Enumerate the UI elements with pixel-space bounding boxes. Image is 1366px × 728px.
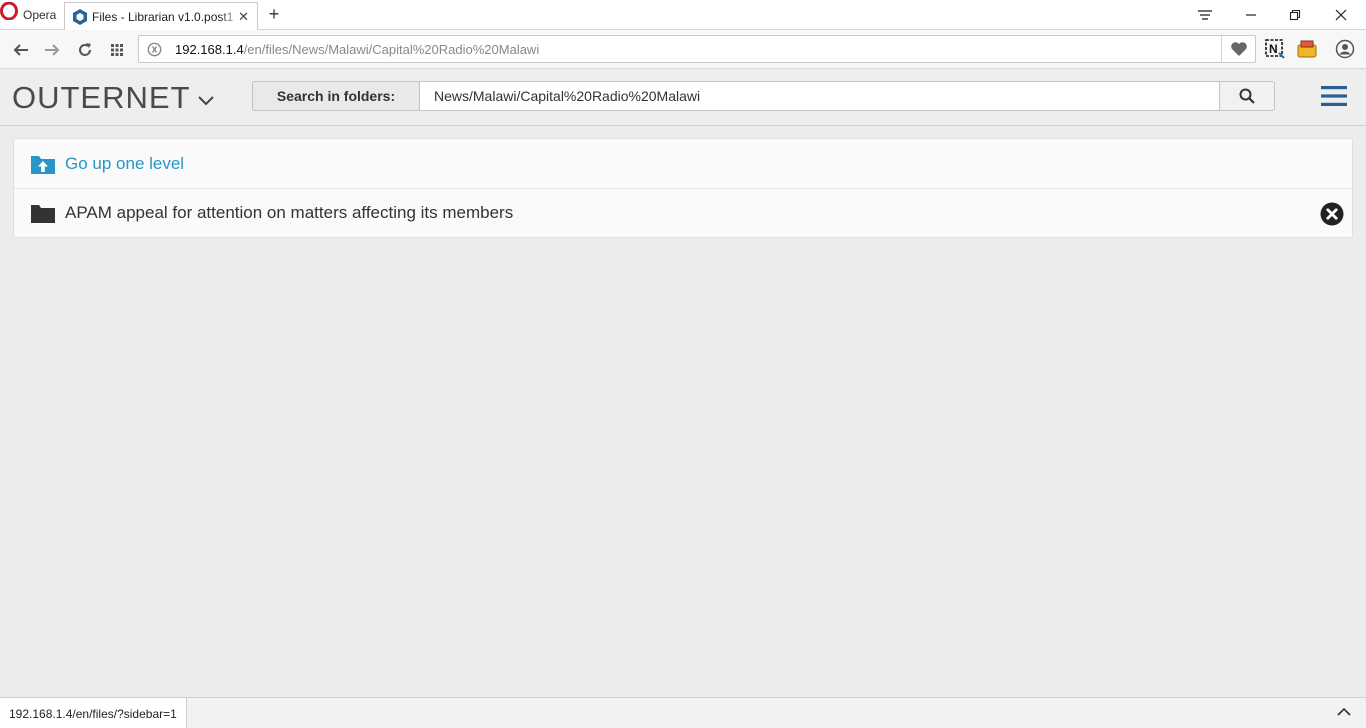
- remove-icon[interactable]: [1320, 202, 1344, 226]
- file-list: Go up one level APAM appeal for attentio…: [13, 138, 1353, 238]
- list-item[interactable]: APAM appeal for attention on matters aff…: [14, 188, 1352, 237]
- url-path: /en/files/News/Malawi/Capital%20Radio%20…: [243, 41, 540, 57]
- wallet-icon: [1297, 40, 1317, 58]
- opera-label: Opera: [23, 8, 57, 22]
- search-input[interactable]: [419, 81, 1220, 111]
- chevron-up-icon[interactable]: [1336, 706, 1352, 718]
- onenote-extension-button[interactable]: N: [1264, 38, 1286, 60]
- reload-button[interactable]: [74, 39, 96, 61]
- browser-tabstrip: Opera Files - Librarian v1.0.post1 ✕ +: [0, 0, 1366, 30]
- app-header: OUTERNET Search in folders:: [0, 70, 1366, 126]
- status-bar: 192.168.1.4/en/files/?sidebar=1: [0, 697, 1366, 728]
- tab-menu-icon: [1198, 10, 1212, 20]
- search-icon: [1239, 88, 1255, 104]
- tab-files-librarian[interactable]: Files - Librarian v1.0.post1 ✕: [64, 2, 258, 30]
- address-bar[interactable]: 192.168.1.4/en/files/News/Malawi/Capital…: [138, 35, 1256, 63]
- go-up-one-level-link[interactable]: Go up one level: [14, 139, 1352, 188]
- search-button[interactable]: [1220, 81, 1275, 111]
- folder-up-icon: [31, 155, 55, 174]
- restore-icon: [1289, 9, 1301, 21]
- browser-navbar: 192.168.1.4/en/files/News/Malawi/Capital…: [0, 30, 1366, 69]
- close-icon: [1335, 9, 1347, 21]
- account-icon: [1335, 39, 1355, 59]
- grid-icon: [111, 44, 123, 56]
- brand-menu[interactable]: OUTERNET: [12, 80, 215, 116]
- status-url: 192.168.1.4/en/files/?sidebar=1: [0, 698, 187, 728]
- svg-text:N: N: [1269, 42, 1278, 56]
- go-up-label: Go up one level: [65, 153, 185, 173]
- heart-icon: [1230, 42, 1247, 56]
- minimize-icon: [1246, 14, 1256, 16]
- close-window-button[interactable]: [1318, 0, 1364, 30]
- forward-button[interactable]: [41, 39, 63, 61]
- restore-button[interactable]: [1272, 0, 1318, 30]
- wallet-extension-button[interactable]: [1296, 38, 1318, 60]
- chevron-down-icon: [197, 96, 214, 106]
- back-arrow-icon: [13, 44, 28, 56]
- brand-logo-text: OUTERNET: [12, 80, 191, 115]
- search-label: Search in folders:: [252, 81, 419, 111]
- url-host: 192.168.1.4: [175, 41, 244, 57]
- folder-name: APAM appeal for attention on matters aff…: [65, 203, 514, 222]
- opera-logo-icon: [0, 2, 18, 20]
- folder-icon: [31, 205, 55, 223]
- account-button[interactable]: [1334, 38, 1356, 60]
- folder-search-form: Search in folders:: [252, 81, 1275, 111]
- librarian-favicon-icon: [73, 8, 87, 25]
- tab-menu-button[interactable]: [1182, 0, 1228, 30]
- opera-menu-button[interactable]: Opera: [0, 0, 62, 30]
- hamburger-menu-icon: [1321, 86, 1347, 106]
- speed-dial-button[interactable]: [106, 39, 128, 61]
- new-tab-button[interactable]: +: [264, 4, 284, 25]
- bookmark-button[interactable]: [1221, 36, 1255, 62]
- onenote-icon: N: [1265, 39, 1285, 59]
- tab-title: Files - Librarian v1.0.post1: [92, 9, 234, 24]
- site-info-icon[interactable]: [147, 42, 162, 57]
- main-menu-button[interactable]: [1320, 84, 1348, 108]
- tab-close-icon[interactable]: ✕: [238, 9, 249, 25]
- minimize-button[interactable]: [1228, 0, 1274, 30]
- back-button[interactable]: [10, 39, 32, 61]
- forward-arrow-icon: [45, 44, 60, 56]
- reload-icon: [79, 43, 91, 56]
